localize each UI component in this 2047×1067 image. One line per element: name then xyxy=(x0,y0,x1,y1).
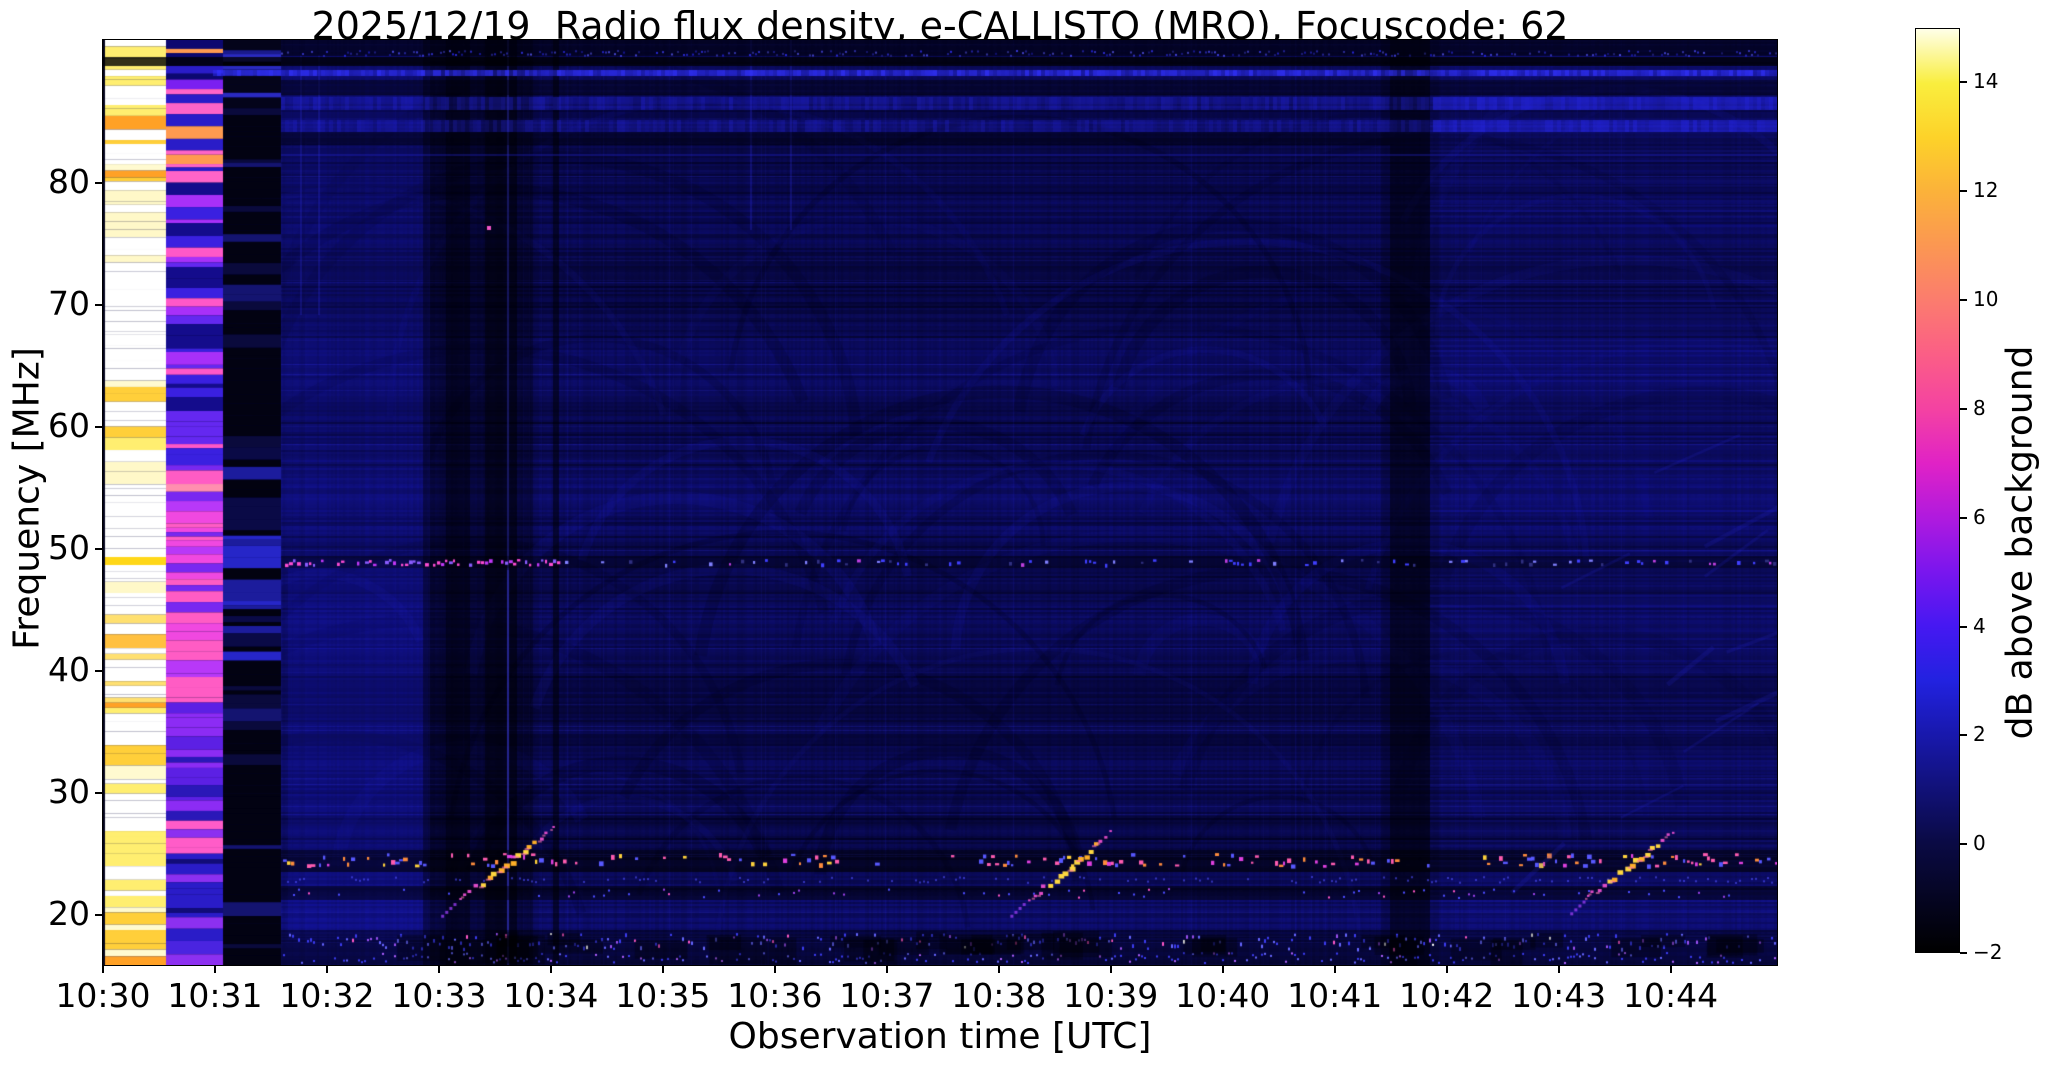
colorbar-tick-mark xyxy=(1960,734,1967,737)
y-tick-label: 40 xyxy=(48,650,90,689)
colorbar-tick-mark xyxy=(1960,81,1967,84)
plot-area xyxy=(102,39,1778,966)
x-tick-label: 10:32 xyxy=(279,976,375,1015)
y-tick-mark xyxy=(95,670,103,672)
x-axis-label: Observation time [UTC] xyxy=(728,1016,1152,1057)
y-tick-mark xyxy=(95,304,103,306)
colorbar-tick-mark xyxy=(1960,625,1967,628)
colorbar-gradient xyxy=(1916,29,1959,952)
colorbar-tick-mark xyxy=(1960,516,1967,519)
y-axis-label: Frequency [MHz] xyxy=(6,347,48,650)
y-tick-label: 50 xyxy=(48,528,90,567)
y-tick-label: 60 xyxy=(48,406,90,445)
x-tick-mark xyxy=(885,965,888,973)
x-tick-label: 10:38 xyxy=(951,976,1047,1015)
colorbar-tick-mark xyxy=(1960,843,1967,846)
colorbar-tick-label: 2 xyxy=(1973,722,1986,747)
x-tick-label: 10:42 xyxy=(1399,976,1495,1015)
colorbar-tick-label: 14 xyxy=(1973,69,1999,94)
x-tick-mark xyxy=(102,965,104,973)
x-tick-label: 10:35 xyxy=(615,976,711,1015)
y-tick-label: 80 xyxy=(48,162,90,201)
x-tick-mark xyxy=(213,965,216,973)
y-tick-label: 70 xyxy=(48,284,90,323)
x-tick-mark xyxy=(661,965,664,973)
x-tick-label: 10:34 xyxy=(503,976,599,1015)
colorbar-tick-label: 10 xyxy=(1973,287,1999,312)
x-tick-label: 10:39 xyxy=(1063,976,1159,1015)
y-tick-mark xyxy=(95,914,103,916)
y-tick-mark xyxy=(95,792,103,794)
x-tick-label: 10:36 xyxy=(727,976,823,1015)
x-tick-label: 10:31 xyxy=(167,976,263,1015)
colorbar-tick-mark xyxy=(1960,190,1967,193)
colorbar xyxy=(1915,28,1960,953)
y-tick-mark xyxy=(95,426,103,428)
spectrogram-heatmap xyxy=(103,40,1777,965)
x-tick-label: 10:44 xyxy=(1623,976,1719,1015)
x-tick-mark xyxy=(997,965,1000,973)
x-tick-mark xyxy=(773,965,776,973)
x-tick-mark xyxy=(1557,965,1560,973)
x-tick-label: 10:37 xyxy=(839,976,935,1015)
colorbar-tick-label: 12 xyxy=(1973,178,1999,203)
figure: 2025/12/19 Radio flux density, e-CALLIST… xyxy=(0,0,2047,1067)
x-tick-mark xyxy=(1221,965,1224,973)
x-tick-label: 10:43 xyxy=(1511,976,1607,1015)
x-tick-mark xyxy=(549,965,552,973)
x-tick-label: 10:33 xyxy=(391,976,487,1015)
x-tick-mark xyxy=(437,965,440,973)
x-tick-label: 10:41 xyxy=(1287,976,1383,1015)
colorbar-tick-mark xyxy=(1960,299,1967,302)
x-tick-mark xyxy=(1109,965,1112,973)
x-tick-label: 10:30 xyxy=(55,976,151,1015)
x-tick-mark xyxy=(1669,965,1672,973)
x-tick-mark xyxy=(1333,965,1336,973)
colorbar-tick-label: 6 xyxy=(1973,504,1986,529)
colorbar-tick-label: 8 xyxy=(1973,395,1986,420)
colorbar-label: dB above background xyxy=(1999,345,2041,740)
colorbar-tick-label: 4 xyxy=(1973,613,1986,638)
colorbar-tick-mark xyxy=(1960,407,1967,410)
x-tick-mark xyxy=(1445,965,1448,973)
colorbar-tick-mark xyxy=(1960,952,1967,954)
y-tick-mark xyxy=(95,548,103,550)
x-tick-label: 10:40 xyxy=(1175,976,1271,1015)
y-tick-mark xyxy=(95,182,103,184)
colorbar-tick-label: 0 xyxy=(1973,831,1986,856)
colorbar-tick-label: −2 xyxy=(1973,940,2003,964)
y-tick-label: 20 xyxy=(48,894,90,933)
x-tick-mark xyxy=(325,965,328,973)
y-tick-label: 30 xyxy=(48,772,90,811)
